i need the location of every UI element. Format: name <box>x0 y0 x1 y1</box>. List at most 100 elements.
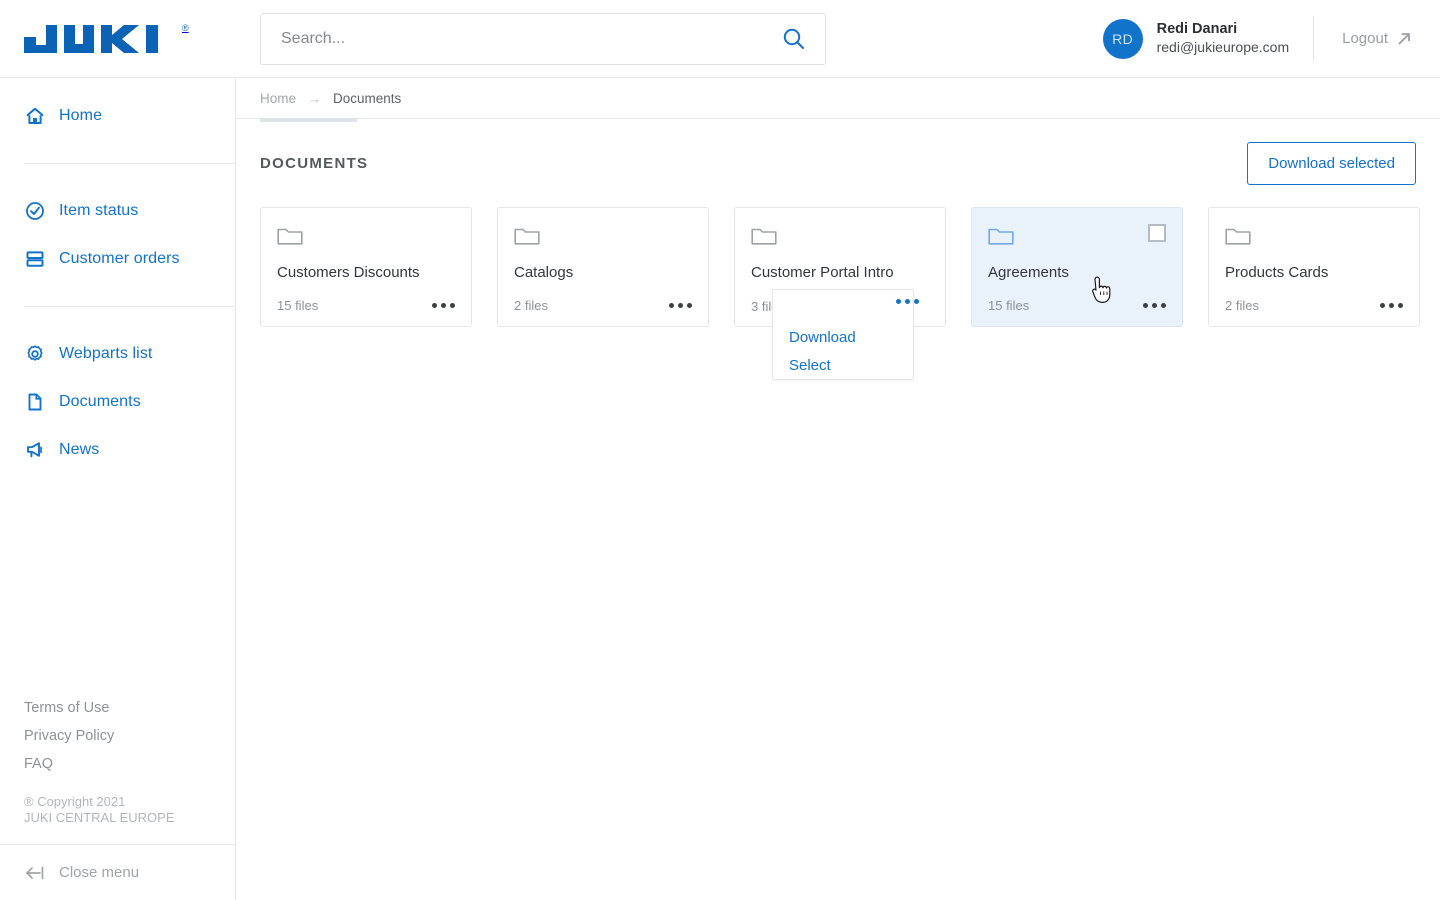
folder-context-menu: Download Select <box>772 289 914 380</box>
folder-card-name: Catalogs <box>514 264 692 281</box>
copyright-line-2: JUKI CENTRAL EUROPE <box>24 810 235 826</box>
folder-card-name: Customers Discounts <box>277 264 455 281</box>
context-menu-item-download[interactable]: Download <box>773 324 913 352</box>
card-top <box>1225 224 1403 248</box>
card-bottom: 2 files <box>514 297 694 314</box>
user-zone: RD Redi Danari redi@jukieurope.com Logou… <box>1103 0 1440 78</box>
sidebar-spacer-2 <box>0 164 235 187</box>
close-menu-button[interactable]: Close menu <box>0 844 235 900</box>
home-icon <box>24 106 45 127</box>
sidebar: Home Item status Customer orders <box>0 78 236 900</box>
folder-card-menu-button[interactable] <box>1378 297 1405 314</box>
download-selected-button[interactable]: Download selected <box>1247 142 1416 185</box>
sidebar-item-documents[interactable]: Documents <box>0 378 235 426</box>
sidebar-spacer-4 <box>0 307 235 330</box>
user-email: redi@jukieurope.com <box>1157 39 1290 57</box>
user-name: Redi Danari <box>1157 20 1290 38</box>
main-content: Home → Documents DOCUMENTS Download sele… <box>236 78 1440 900</box>
footer-link-terms-of-use[interactable]: Terms of Use <box>24 694 235 722</box>
search-input[interactable] <box>281 30 781 48</box>
arrow-left-bar-icon <box>24 862 45 883</box>
external-link-arrow-icon <box>1397 31 1412 46</box>
breadcrumb-home[interactable]: Home <box>260 91 296 106</box>
sidebar-item-label: Item status <box>59 202 138 220</box>
sidebar-item-label: Customer orders <box>59 250 180 268</box>
sidebar-item-news[interactable]: News <box>0 426 235 474</box>
document-icon <box>24 392 45 413</box>
sidebar-item-label: Webparts list <box>59 345 152 363</box>
megaphone-icon <box>24 440 45 461</box>
folder-icon <box>514 224 540 246</box>
folder-card-name: Products Cards <box>1225 264 1403 281</box>
breadcrumb-current: Documents <box>333 91 401 106</box>
folder-card-agreements[interactable]: Agreements 15 files <box>971 207 1183 327</box>
context-menu-item-select[interactable]: Select <box>773 352 913 380</box>
breadcrumb-separator-icon: → <box>308 91 321 106</box>
search-bar[interactable] <box>260 13 826 65</box>
sidebar-item-label: Home <box>59 107 102 125</box>
search-button[interactable] <box>781 26 807 52</box>
sidebar-spacer-3 <box>0 283 235 306</box>
card-bottom: 2 files <box>1225 297 1405 314</box>
folder-card-name: Customer Portal Intro <box>751 264 929 281</box>
folder-icon <box>277 224 303 246</box>
folder-card-checkbox[interactable] <box>1148 224 1166 242</box>
footer-link-privacy-policy[interactable]: Privacy Policy <box>24 722 235 750</box>
card-bottom: 15 files <box>277 297 457 314</box>
copyright-line-1: ® Copyright 2021 <box>24 794 235 810</box>
sidebar-group-orders: Item status Customer orders <box>0 187 235 283</box>
folder-file-count: 15 files <box>988 298 1029 313</box>
logout-button[interactable]: Logout <box>1342 30 1412 47</box>
card-top <box>751 224 929 248</box>
sidebar-spacer-1 <box>0 140 235 163</box>
folder-file-count: 2 files <box>1225 298 1259 313</box>
copyright: ® Copyright 2021 JUKI CENTRAL EUROPE <box>24 794 235 826</box>
folder-card-name: Agreements <box>988 264 1166 281</box>
footer-link-faq[interactable]: FAQ <box>24 750 235 778</box>
user-info: Redi Danari redi@jukieurope.com <box>1157 20 1290 57</box>
avatar[interactable]: RD <box>1103 19 1143 59</box>
documents-card-grid: Customers Discounts 15 files Catalogs 2 … <box>236 207 1440 327</box>
logo-zone: ® <box>0 0 236 78</box>
breadcrumb-accent-bar <box>260 118 357 122</box>
search-icon <box>781 26 807 52</box>
card-top <box>514 224 692 248</box>
sidebar-item-webparts-list[interactable]: Webparts list <box>0 330 235 378</box>
folder-card-menu-button[interactable] <box>667 297 694 314</box>
stacked-rows-icon <box>24 249 45 270</box>
registered-trademark-icon: ® <box>182 24 189 33</box>
folder-card-products-cards[interactable]: Products Cards 2 files <box>1208 207 1420 327</box>
sidebar-item-label: Documents <box>59 393 141 411</box>
check-circle-icon <box>24 201 45 222</box>
folder-card-menu-button-active[interactable] <box>894 293 921 310</box>
sidebar-item-item-status[interactable]: Item status <box>0 187 235 235</box>
breadcrumb: Home → Documents <box>236 78 1440 119</box>
juki-logo[interactable]: ® <box>24 23 189 55</box>
folder-card-catalogs[interactable]: Catalogs 2 files <box>497 207 709 327</box>
folder-icon <box>988 224 1014 246</box>
folder-card-menu-button[interactable] <box>1141 297 1168 314</box>
sidebar-footer: Terms of Use Privacy Policy FAQ ® Copyri… <box>0 694 235 900</box>
card-top <box>277 224 455 248</box>
folder-card-menu-button[interactable] <box>430 297 457 314</box>
sidebar-item-home[interactable]: Home <box>0 92 235 140</box>
logout-label: Logout <box>1342 30 1388 47</box>
sidebar-group-content: Webparts list Documents News <box>0 330 235 474</box>
sidebar-item-customer-orders[interactable]: Customer orders <box>0 235 235 283</box>
card-top <box>988 224 1166 248</box>
juki-logo-wordmark <box>24 23 180 55</box>
folder-card-customers-discounts[interactable]: Customers Discounts 15 files <box>260 207 472 327</box>
folder-icon <box>1225 224 1251 246</box>
gear-icon <box>24 344 45 365</box>
card-bottom: 15 files <box>988 297 1168 314</box>
header-divider <box>1313 16 1314 62</box>
sidebar-spacer-top <box>0 78 235 92</box>
sidebar-item-label: News <box>59 441 99 459</box>
avatar-initials: RD <box>1112 31 1133 47</box>
sidebar-footer-links: Terms of Use Privacy Policy FAQ ® Copyri… <box>0 694 235 844</box>
page-header: DOCUMENTS Download selected <box>236 119 1440 207</box>
sidebar-group-main: Home <box>0 92 235 140</box>
folder-file-count: 15 files <box>277 298 318 313</box>
folder-file-count: 2 files <box>514 298 548 313</box>
top-bar: ® RD Redi Danari redi@jukieurope.com Log… <box>0 0 1440 78</box>
